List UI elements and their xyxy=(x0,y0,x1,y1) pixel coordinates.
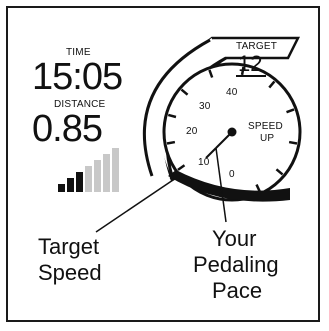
speed-bar-6 xyxy=(103,154,110,192)
speed-bar-2 xyxy=(67,178,74,192)
target-underline xyxy=(236,75,266,77)
target-speed-caption-line2: Speed xyxy=(38,260,102,285)
dial-number-0: 0 xyxy=(229,169,235,180)
target-speed-caption-line1: Target xyxy=(38,234,100,259)
dial-number-20: 20 xyxy=(186,126,198,137)
pedaling-pace-caption-line3: Pace xyxy=(212,278,263,303)
dial-tick-4 xyxy=(166,140,176,145)
speed-up-label-line2: UP xyxy=(260,133,275,144)
dial-number-30: 30 xyxy=(199,101,211,112)
speed-level-bars xyxy=(58,148,119,192)
speed-bar-7 xyxy=(112,148,119,192)
target-value: 12 xyxy=(238,51,263,76)
pedaling-pace-caption-line1: Your xyxy=(212,226,257,251)
dial-number-10: 10 xyxy=(198,157,210,168)
speed-bar-1 xyxy=(58,184,65,192)
dial-number-40: 40 xyxy=(226,87,238,98)
speed-bar-3 xyxy=(76,172,83,192)
speed-bar-5 xyxy=(94,160,101,192)
speed-up-label-line1: SPEED xyxy=(248,121,283,132)
dial-tick-11 xyxy=(288,140,298,145)
speed-bar-4 xyxy=(85,166,92,192)
pedaling-pace-caption-line2: Pedaling xyxy=(193,252,279,277)
needle-hub xyxy=(227,127,237,137)
